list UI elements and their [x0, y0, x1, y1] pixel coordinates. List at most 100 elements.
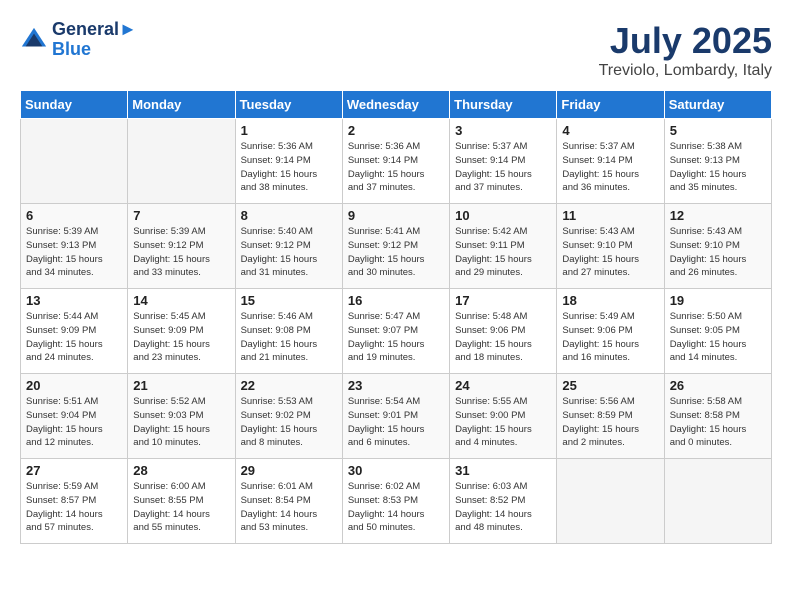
day-info: Sunrise: 6:00 AM Sunset: 8:55 PM Dayligh…: [133, 480, 229, 535]
calendar-cell: 23 Sunrise: 5:54 AM Sunset: 9:01 PM Dayli…: [342, 374, 449, 459]
day-number: 8: [241, 208, 337, 223]
calendar-cell: 11 Sunrise: 5:43 AM Sunset: 9:10 PM Dayli…: [557, 204, 664, 289]
day-info: Sunrise: 5:43 AM Sunset: 9:10 PM Dayligh…: [562, 225, 658, 280]
calendar-cell: 16 Sunrise: 5:47 AM Sunset: 9:07 PM Dayli…: [342, 289, 449, 374]
calendar-cell: 12 Sunrise: 5:43 AM Sunset: 9:10 PM Dayli…: [664, 204, 771, 289]
calendar-cell: 25Sunrise: 5:56 AM Sunset: 8:59 PM Dayli…: [557, 374, 664, 459]
day-info: Sunrise: 5:47 AM Sunset: 9:07 PM Dayligh…: [348, 310, 444, 365]
day-number: 31: [455, 463, 551, 478]
week-row-1: 1Sunrise: 5:36 AM Sunset: 9:14 PM Daylig…: [21, 119, 772, 204]
calendar-cell: 2Sunrise: 5:36 AM Sunset: 9:14 PM Daylig…: [342, 119, 449, 204]
title-block: July 2025 Treviolo, Lombardy, Italy: [599, 20, 772, 80]
day-info: Sunrise: 5:49 AM Sunset: 9:06 PM Dayligh…: [562, 310, 658, 365]
week-row-3: 13 Sunrise: 5:44 AM Sunset: 9:09 PM Dayli…: [21, 289, 772, 374]
day-info: Sunrise: 5:51 AM Sunset: 9:04 PM Dayligh…: [26, 395, 122, 450]
day-info: Sunrise: 5:52 AM Sunset: 9:03 PM Dayligh…: [133, 395, 229, 450]
calendar-cell: 29 Sunrise: 6:01 AM Sunset: 8:54 PM Dayli…: [235, 459, 342, 544]
calendar-cell: [664, 459, 771, 544]
calendar-cell: 14Sunrise: 5:45 AM Sunset: 9:09 PM Dayli…: [128, 289, 235, 374]
day-number: 7: [133, 208, 229, 223]
day-info: Sunrise: 5:36 AM Sunset: 9:14 PM Dayligh…: [348, 140, 444, 195]
day-info: Sunrise: 5:48 AM Sunset: 9:06 PM Dayligh…: [455, 310, 551, 365]
calendar-cell: 20 Sunrise: 5:51 AM Sunset: 9:04 PM Dayli…: [21, 374, 128, 459]
day-info: Sunrise: 5:36 AM Sunset: 9:14 PM Dayligh…: [241, 140, 337, 195]
day-number: 18: [562, 293, 658, 308]
month-title: July 2025: [599, 20, 772, 62]
day-info: Sunrise: 5:38 AM Sunset: 9:13 PM Dayligh…: [670, 140, 766, 195]
calendar-cell: 3 Sunrise: 5:37 AM Sunset: 9:14 PM Daylig…: [450, 119, 557, 204]
calendar-cell: 21 Sunrise: 5:52 AM Sunset: 9:03 PM Dayli…: [128, 374, 235, 459]
day-number: 11: [562, 208, 658, 223]
day-info: Sunrise: 5:37 AM Sunset: 9:14 PM Dayligh…: [562, 140, 658, 195]
calendar-cell: 6 Sunrise: 5:39 AM Sunset: 9:13 PM Daylig…: [21, 204, 128, 289]
day-number: 28: [133, 463, 229, 478]
day-number: 13: [26, 293, 122, 308]
day-info: Sunrise: 5:50 AM Sunset: 9:05 PM Dayligh…: [670, 310, 766, 365]
day-number: 20: [26, 378, 122, 393]
day-number: 9: [348, 208, 444, 223]
calendar-cell: 15 Sunrise: 5:46 AM Sunset: 9:08 PM Dayli…: [235, 289, 342, 374]
calendar-cell: 7 Sunrise: 5:39 AM Sunset: 9:12 PM Daylig…: [128, 204, 235, 289]
day-info: Sunrise: 5:54 AM Sunset: 9:01 PM Dayligh…: [348, 395, 444, 450]
calendar-cell: 9 Sunrise: 5:41 AM Sunset: 9:12 PM Daylig…: [342, 204, 449, 289]
day-header-sunday: Sunday: [21, 91, 128, 119]
day-info: Sunrise: 6:02 AM Sunset: 8:53 PM Dayligh…: [348, 480, 444, 535]
day-number: 16: [348, 293, 444, 308]
day-info: Sunrise: 5:37 AM Sunset: 9:14 PM Dayligh…: [455, 140, 551, 195]
day-info: Sunrise: 5:43 AM Sunset: 9:10 PM Dayligh…: [670, 225, 766, 280]
day-number: 12: [670, 208, 766, 223]
day-info: Sunrise: 5:39 AM Sunset: 9:12 PM Dayligh…: [133, 225, 229, 280]
day-info: Sunrise: 6:01 AM Sunset: 8:54 PM Dayligh…: [241, 480, 337, 535]
calendar-cell: 17 Sunrise: 5:48 AM Sunset: 9:06 PM Dayli…: [450, 289, 557, 374]
page-header: General► Blue July 2025 Treviolo, Lombar…: [20, 20, 772, 80]
calendar-table: SundayMondayTuesdayWednesdayThursdayFrid…: [20, 90, 772, 544]
day-number: 10: [455, 208, 551, 223]
day-header-wednesday: Wednesday: [342, 91, 449, 119]
week-row-5: 27 Sunrise: 5:59 AM Sunset: 8:57 PM Dayli…: [21, 459, 772, 544]
calendar-cell: 22Sunrise: 5:53 AM Sunset: 9:02 PM Dayli…: [235, 374, 342, 459]
calendar-cell: 24Sunrise: 5:55 AM Sunset: 9:00 PM Dayli…: [450, 374, 557, 459]
day-header-tuesday: Tuesday: [235, 91, 342, 119]
calendar-cell: 28 Sunrise: 6:00 AM Sunset: 8:55 PM Dayli…: [128, 459, 235, 544]
logo-icon: [20, 26, 48, 54]
calendar-cell: 30 Sunrise: 6:02 AM Sunset: 8:53 PM Dayli…: [342, 459, 449, 544]
day-number: 22: [241, 378, 337, 393]
day-number: 6: [26, 208, 122, 223]
day-number: 15: [241, 293, 337, 308]
calendar-cell: 1Sunrise: 5:36 AM Sunset: 9:14 PM Daylig…: [235, 119, 342, 204]
day-info: Sunrise: 5:42 AM Sunset: 9:11 PM Dayligh…: [455, 225, 551, 280]
calendar-cell: 8 Sunrise: 5:40 AM Sunset: 9:12 PM Daylig…: [235, 204, 342, 289]
day-info: Sunrise: 5:59 AM Sunset: 8:57 PM Dayligh…: [26, 480, 122, 535]
week-row-4: 20 Sunrise: 5:51 AM Sunset: 9:04 PM Dayli…: [21, 374, 772, 459]
calendar-cell: 18 Sunrise: 5:49 AM Sunset: 9:06 PM Dayli…: [557, 289, 664, 374]
day-info: Sunrise: 5:45 AM Sunset: 9:09 PM Dayligh…: [133, 310, 229, 365]
day-info: Sunrise: 5:44 AM Sunset: 9:09 PM Dayligh…: [26, 310, 122, 365]
day-number: 30: [348, 463, 444, 478]
day-info: Sunrise: 5:41 AM Sunset: 9:12 PM Dayligh…: [348, 225, 444, 280]
day-number: 3: [455, 123, 551, 138]
week-row-2: 6 Sunrise: 5:39 AM Sunset: 9:13 PM Daylig…: [21, 204, 772, 289]
day-info: Sunrise: 5:39 AM Sunset: 9:13 PM Dayligh…: [26, 225, 122, 280]
day-number: 17: [455, 293, 551, 308]
calendar-cell: [21, 119, 128, 204]
calendar-cell: 4 Sunrise: 5:37 AM Sunset: 9:14 PM Daylig…: [557, 119, 664, 204]
day-info: Sunrise: 5:56 AM Sunset: 8:59 PM Dayligh…: [562, 395, 658, 450]
day-header-thursday: Thursday: [450, 91, 557, 119]
calendar-cell: 5Sunrise: 5:38 AM Sunset: 9:13 PM Daylig…: [664, 119, 771, 204]
day-header-friday: Friday: [557, 91, 664, 119]
calendar-cell: [557, 459, 664, 544]
day-number: 27: [26, 463, 122, 478]
calendar-cell: 13 Sunrise: 5:44 AM Sunset: 9:09 PM Dayli…: [21, 289, 128, 374]
day-info: Sunrise: 5:55 AM Sunset: 9:00 PM Dayligh…: [455, 395, 551, 450]
location: Treviolo, Lombardy, Italy: [599, 62, 772, 80]
day-info: Sunrise: 5:46 AM Sunset: 9:08 PM Dayligh…: [241, 310, 337, 365]
day-number: 21: [133, 378, 229, 393]
calendar-header-row: SundayMondayTuesdayWednesdayThursdayFrid…: [21, 91, 772, 119]
day-number: 23: [348, 378, 444, 393]
day-number: 4: [562, 123, 658, 138]
calendar-cell: 10 Sunrise: 5:42 AM Sunset: 9:11 PM Dayli…: [450, 204, 557, 289]
day-info: Sunrise: 5:40 AM Sunset: 9:12 PM Dayligh…: [241, 225, 337, 280]
day-number: 26: [670, 378, 766, 393]
day-number: 29: [241, 463, 337, 478]
day-header-monday: Monday: [128, 91, 235, 119]
